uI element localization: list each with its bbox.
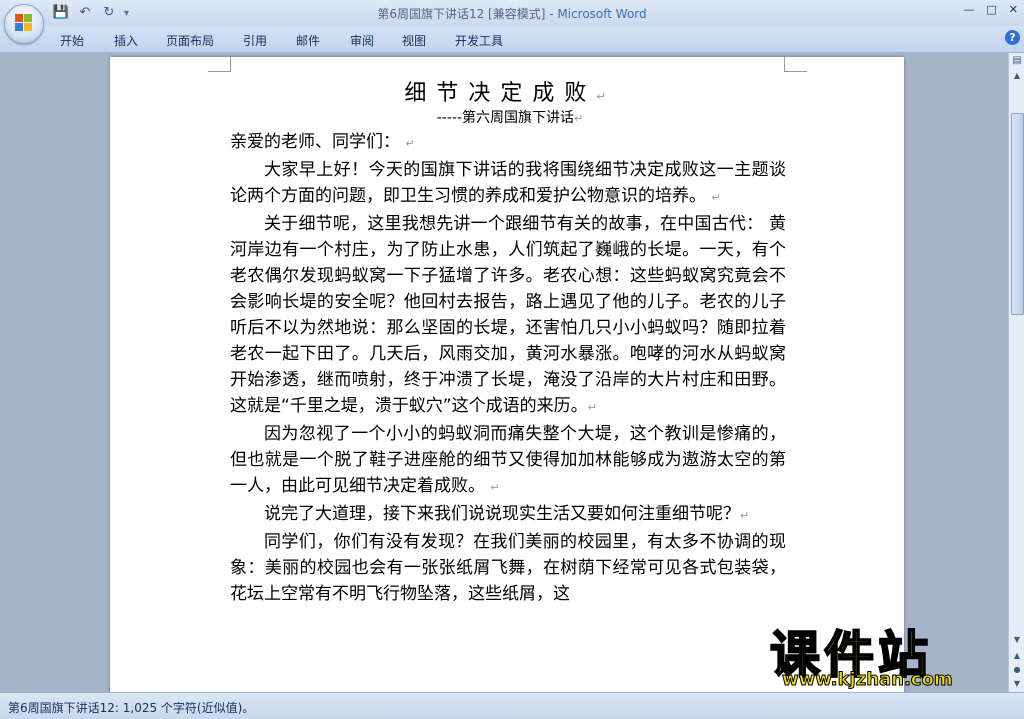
- paragraph: 关于细节呢，这里我想先讲一个跟细节有关的故事，在中国古代： 黄河岸边有一个村庄，…: [230, 214, 786, 416]
- salutation: 亲爱的老师、同学们： ↵: [230, 132, 415, 152]
- save-icon[interactable]: 💾: [52, 4, 70, 22]
- crop-mark-top-right: [784, 57, 807, 72]
- scroll-up-icon[interactable]: ▲: [1009, 69, 1024, 83]
- ribbon-tabs: 开始 插入 页面布局 引用 邮件 审阅 视图 开发工具 ?: [0, 26, 1024, 53]
- minimize-button[interactable]: —: [963, 3, 974, 16]
- status-bar: 第6周国旗下讲话12: 1,025 个字符(近似值)。: [0, 692, 1024, 719]
- tab-references[interactable]: 引用: [243, 32, 267, 49]
- previous-page-icon[interactable]: ▲: [1009, 649, 1024, 663]
- tab-developer[interactable]: 开发工具: [455, 32, 503, 49]
- word-count-status[interactable]: 第6周国旗下讲话12: 1,025 个字符(近似值)。: [8, 699, 254, 716]
- tab-page-layout[interactable]: 页面布局: [166, 32, 214, 49]
- document-title: 细节决定成败↵: [404, 81, 616, 106]
- document-body: 亲爱的老师、同学们： ↵ 大家早上好！今天的国旗下讲话的我将围绕细节决定成败这一…: [230, 129, 786, 607]
- crop-mark-top-left: [208, 57, 231, 72]
- title-bar: 第6周国旗下讲话12 [兼容模式] - Microsoft Word 💾 ↶ ↻…: [0, 0, 1024, 26]
- tab-insert[interactable]: 插入: [114, 32, 138, 49]
- customize-qat-icon[interactable]: ▾: [124, 8, 129, 19]
- window-controls: — □ ✕: [963, 3, 1018, 16]
- quick-access-toolbar: 💾 ↶ ↻ ▾: [52, 4, 129, 22]
- paragraph: 同学们，你们有没有发现？在我们美丽的校园里，有太多不协调的现象：美丽的校园也会有…: [230, 532, 786, 604]
- redo-icon[interactable]: ↻: [100, 4, 118, 22]
- window-title-app: Microsoft Word: [557, 7, 647, 21]
- document-subtitle: -----第六周国旗下讲话↵: [436, 110, 584, 126]
- ruler-toggle-icon[interactable]: ▤: [1011, 55, 1023, 67]
- window-title: 第6周国旗下讲话12 [兼容模式] - Microsoft Word: [0, 5, 1024, 22]
- maximize-button[interactable]: □: [986, 3, 996, 16]
- office-button[interactable]: [4, 4, 44, 44]
- paragraph: 说完了大道理，接下来我们说说现实生活又要如何注重细节呢？↵: [264, 504, 750, 524]
- help-icon[interactable]: ?: [1005, 30, 1020, 45]
- paragraph: 大家早上好！今天的国旗下讲话的我将围绕细节决定成败这一主题谈论两个方面的问题，即…: [230, 160, 786, 206]
- browse-object-icon[interactable]: ●: [1009, 663, 1024, 677]
- scroll-down-icon[interactable]: ▼: [1009, 633, 1024, 647]
- office-logo-icon: [15, 14, 33, 32]
- undo-icon[interactable]: ↶: [76, 4, 94, 22]
- paragraph: 因为忽视了一个小小的蚂蚁洞而痛失整个大堤，这个教训是惨痛的，但也就是一个脱了鞋子…: [230, 424, 786, 496]
- vertical-scrollbar[interactable]: ▤ ▲ ▼ ▲ ● ▼: [1008, 53, 1024, 692]
- tab-home[interactable]: 开始: [60, 32, 84, 49]
- tab-review[interactable]: 审阅: [350, 32, 374, 49]
- close-button[interactable]: ✕: [1009, 3, 1018, 16]
- tab-mailings[interactable]: 邮件: [296, 32, 320, 49]
- scrollbar-thumb[interactable]: [1011, 113, 1024, 315]
- tab-view[interactable]: 视图: [402, 32, 426, 49]
- document-workspace: 细节决定成败↵ -----第六周国旗下讲话↵ 亲爱的老师、同学们： ↵ 大家早上…: [0, 53, 1008, 692]
- document-page[interactable]: 细节决定成败↵ -----第六周国旗下讲话↵ 亲爱的老师、同学们： ↵ 大家早上…: [110, 57, 904, 692]
- next-page-icon[interactable]: ▼: [1009, 677, 1024, 691]
- window-title-document: 第6周国旗下讲话12 [兼容模式] -: [377, 7, 558, 21]
